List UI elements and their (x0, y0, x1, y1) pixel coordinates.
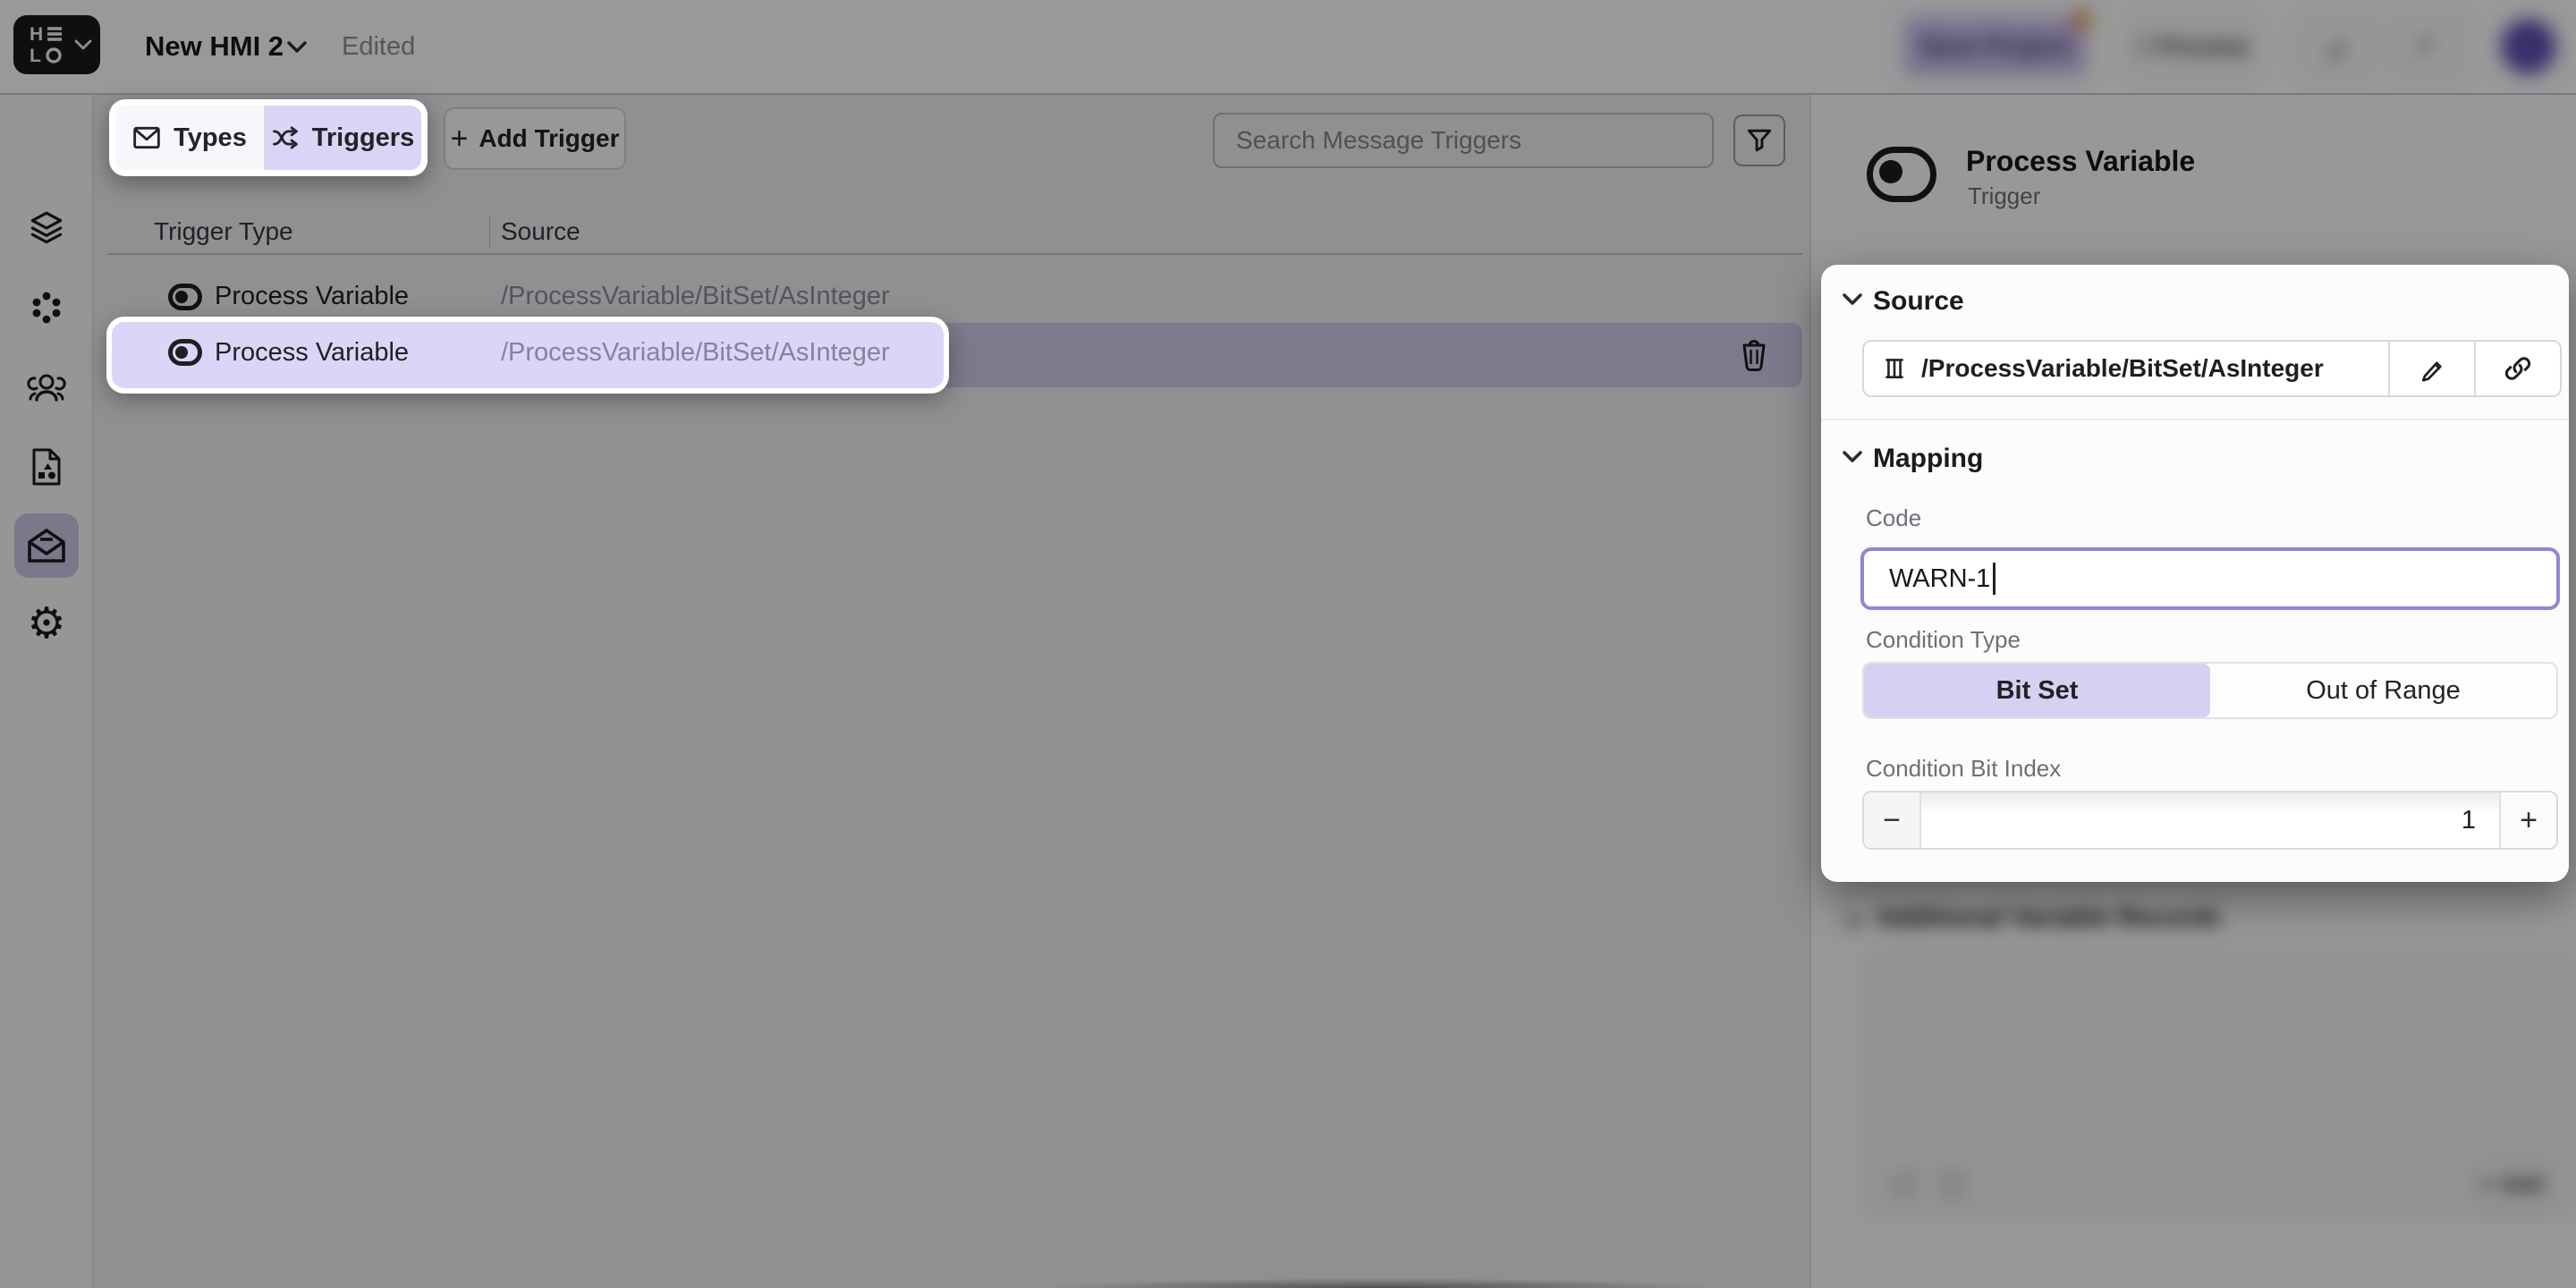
option-bit-set[interactable]: Bit Set (1864, 664, 2210, 717)
text-caret (1993, 563, 1996, 595)
increment-button[interactable]: + (2499, 792, 2556, 848)
code-label: Code (1866, 504, 1921, 532)
mapping-section-header: Mapping (1873, 444, 1983, 474)
code-input[interactable]: WARN-1 (1860, 547, 2560, 610)
link-source-button[interactable] (2474, 342, 2560, 395)
toggle-icon (168, 339, 202, 366)
section-divider (1821, 419, 2569, 420)
decrement-button[interactable]: − (1864, 792, 1921, 848)
envelope-icon (132, 125, 161, 150)
bit-index-stepper: − 1 + (1862, 791, 2558, 850)
source-field-group: /ProcessVariable/BitSet/AsInteger (1862, 340, 2562, 397)
mapping-chevron-icon[interactable] (1843, 451, 1862, 463)
tab-types-label: Types (174, 123, 247, 153)
trigger-config-card: Source /ProcessVariable/BitSet/AsInteger (1821, 265, 2569, 882)
tab-triggers-label: Triggers (312, 123, 414, 153)
source-section-header: Source (1873, 286, 1964, 317)
condition-type-label: Condition Type (1866, 626, 2021, 654)
bit-index-value[interactable]: 1 (1921, 792, 2499, 848)
tab-types[interactable]: Types (115, 106, 264, 170)
pencil-icon (2418, 354, 2446, 383)
trigger-type-cell: Process Variable (215, 338, 409, 368)
app-root: H L New HMI 2 Edited Save Project (0, 0, 2576, 1288)
source-chevron-icon[interactable] (1843, 293, 1862, 306)
shuffle-icon (271, 124, 300, 151)
source-value-field[interactable]: /ProcessVariable/BitSet/AsInteger (1864, 342, 2388, 395)
link-icon (2503, 353, 2533, 384)
bitset-bars-icon (1882, 356, 1907, 381)
message-tabs-spotlight: Types Triggers (109, 99, 428, 176)
condition-bit-index-label: Condition Bit Index (1866, 755, 2061, 783)
edit-source-button[interactable] (2388, 342, 2474, 395)
tour-tooltip-shadow (953, 1278, 1809, 1288)
condition-type-segmented: Bit Set Out of Range (1862, 662, 2558, 719)
source-cell: /ProcessVariable/BitSet/AsInteger (501, 338, 890, 368)
code-value: WARN-1 (1889, 564, 1990, 594)
selected-trigger-row[interactable]: Process Variable /ProcessVariable/BitSet… (106, 317, 949, 394)
message-tabs: Types Triggers (115, 106, 421, 170)
source-path-value: /ProcessVariable/BitSet/AsInteger (1921, 354, 2324, 383)
tab-triggers[interactable]: Triggers (264, 106, 421, 170)
option-out-of-range[interactable]: Out of Range (2210, 664, 2556, 717)
